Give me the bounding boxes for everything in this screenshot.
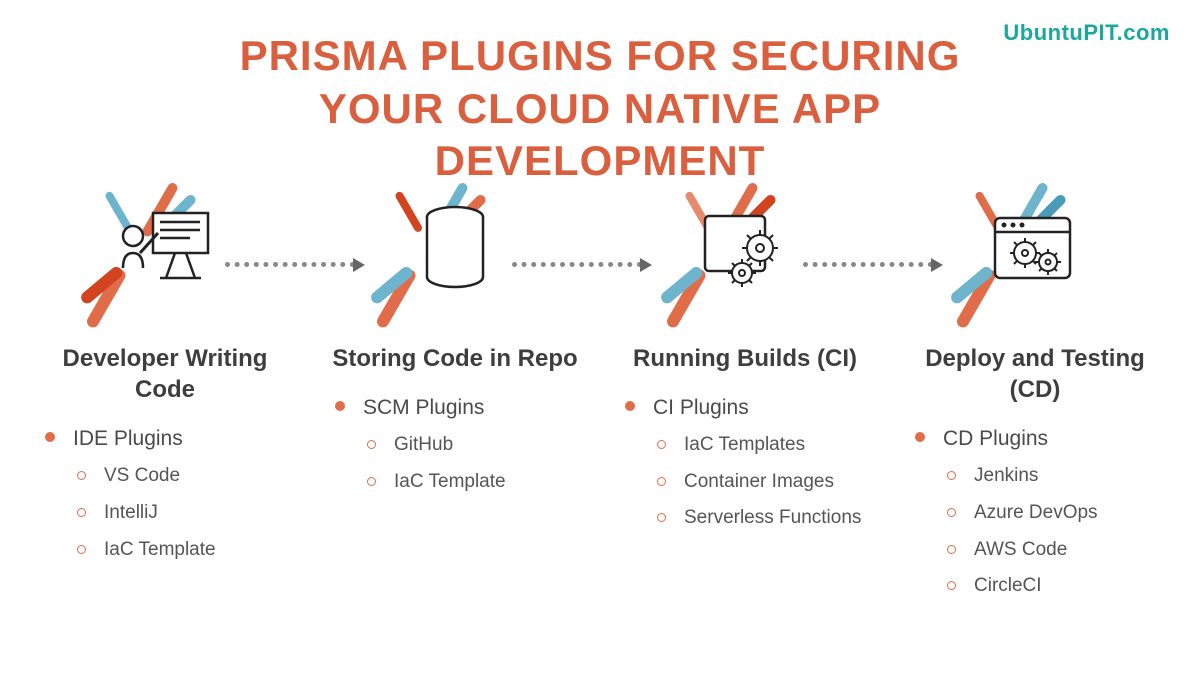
gears-box-icon (700, 208, 790, 298)
plugin-label: CD Plugins (943, 425, 1048, 452)
stage-title: Storing Code in Repo (332, 343, 577, 374)
list-item: IaC Templates (684, 433, 805, 458)
list-item: GitHub (394, 433, 453, 458)
list-item: IaC Template (104, 538, 216, 563)
list-item: IntelliJ (104, 501, 158, 526)
stage-title: Developer Writing Code (35, 343, 295, 405)
list-item: Azure DevOps (974, 501, 1098, 526)
plugin-list: CD Plugins Jenkins Azure DevOps AWS Code… (905, 425, 1165, 611)
list-item: VS Code (104, 464, 180, 489)
plugin-list: CI Plugins IaC Templates Container Image… (615, 394, 875, 543)
stage-title: Running Builds (CI) (633, 343, 857, 374)
list-item: AWS Code (974, 538, 1067, 563)
stage-title: Deploy and Testing (CD) (905, 343, 1165, 405)
plugin-list: IDE Plugins VS Code IntelliJ IaC Templat… (35, 425, 295, 574)
stage-ci: Running Builds (CI) CI Plugins IaC Templ… (615, 178, 875, 544)
arrow-2 (512, 258, 652, 272)
database-icon (420, 205, 490, 300)
plugin-list: SCM Plugins GitHub IaC Template (325, 394, 585, 507)
watermark: UbuntuPIT.com (1003, 20, 1170, 46)
stage-cd: Deploy and Testing (CD) CD Plugins Jenki… (905, 178, 1165, 611)
plugin-label: SCM Plugins (363, 394, 484, 421)
list-item: Serverless Functions (684, 506, 861, 531)
list-item: CircleCI (974, 574, 1042, 599)
flow-container: Developer Writing Code IDE Plugins VS Co… (0, 178, 1200, 611)
plugin-label: IDE Plugins (73, 425, 183, 452)
plugin-label: CI Plugins (653, 394, 749, 421)
arrow-1 (225, 258, 365, 272)
list-item: Jenkins (974, 464, 1038, 489)
list-item: Container Images (684, 470, 834, 495)
list-item: IaC Template (394, 470, 506, 495)
developer-icon (118, 208, 213, 298)
stage-developer: Developer Writing Code IDE Plugins VS Co… (35, 178, 295, 575)
browser-gears-icon (990, 210, 1080, 295)
stage-repo: Storing Code in Repo SCM Plugins GitHub … (325, 178, 585, 507)
arrow-3 (803, 258, 943, 272)
